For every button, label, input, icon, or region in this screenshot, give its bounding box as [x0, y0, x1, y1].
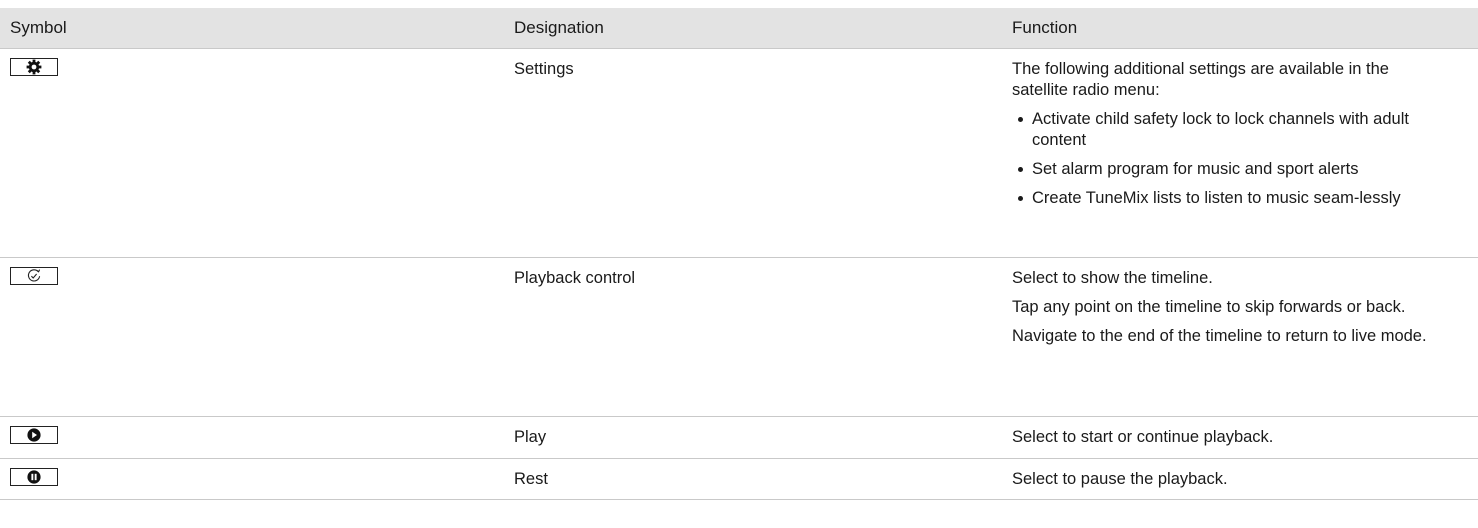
- pause-icon: [10, 468, 58, 486]
- designation-cell: Playback control: [505, 257, 1005, 417]
- function-cell: Select to start or continue playback.: [1005, 416, 1478, 459]
- play-icon: [10, 426, 58, 444]
- symbol-table: Symbol Designation Function Settings The…: [0, 8, 1478, 500]
- table-row: Settings The following additional settin…: [0, 48, 1478, 258]
- table-row: Play Select to start or continue playbac…: [0, 416, 1478, 459]
- bullet-list: Activate child safety lock to lock chann…: [1012, 109, 1448, 209]
- symbol-cell: [0, 257, 505, 417]
- designation-cell: Settings: [505, 48, 1005, 258]
- symbol-cell: [0, 458, 505, 500]
- function-cell: Select to pause the playback.: [1005, 458, 1478, 500]
- page: Symbol Designation Function Settings The…: [0, 0, 1478, 528]
- playback-clock-icon: [10, 267, 58, 285]
- function-text: Select to show the timeline.: [1012, 269, 1213, 287]
- list-item: Create TuneMix lists to listen to music …: [1012, 188, 1448, 209]
- header-designation: Designation: [505, 8, 1005, 49]
- function-text: Navigate to the end of the timeline to r…: [1012, 327, 1427, 345]
- function-text: The following additional settings are av…: [1012, 60, 1389, 99]
- function-cell: Select to show the timeline. Tap any poi…: [1005, 257, 1478, 417]
- table-row: Rest Select to pause the playback.: [0, 458, 1478, 500]
- designation-cell: Play: [505, 416, 1005, 459]
- gear-icon: [10, 58, 58, 76]
- designation-cell: Rest: [505, 458, 1005, 500]
- list-item: Activate child safety lock to lock chann…: [1012, 109, 1448, 151]
- header-function: Function: [1005, 8, 1478, 49]
- function-cell: The following additional settings are av…: [1005, 48, 1478, 258]
- table-header: Symbol Designation Function: [0, 8, 1478, 49]
- header-symbol: Symbol: [0, 8, 505, 49]
- list-item: Set alarm program for music and sport al…: [1012, 159, 1448, 180]
- symbol-cell: [0, 48, 505, 258]
- symbol-cell: [0, 416, 505, 459]
- function-text: Tap any point on the timeline to skip fo…: [1012, 298, 1406, 316]
- table-row: Playback control Select to show the time…: [0, 257, 1478, 417]
